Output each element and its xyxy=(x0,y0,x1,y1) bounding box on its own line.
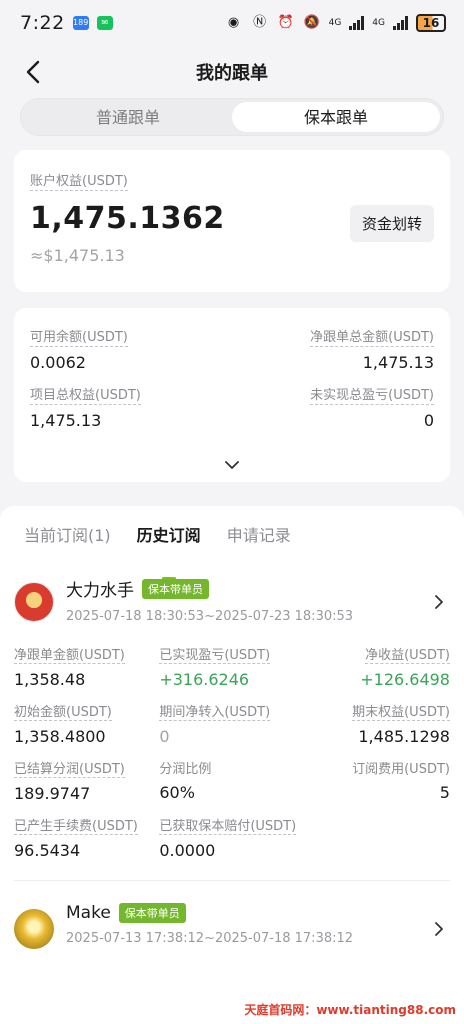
subscription-tabs: 当前订阅(1) 历史订阅 申请记录 xyxy=(0,506,464,580)
net-total-label: 净跟单总金额(USDT) xyxy=(310,326,434,347)
carrier-189-icon: 189 xyxy=(72,16,89,30)
chevron-right-icon[interactable] xyxy=(434,921,444,937)
initial-amount-label: 初始金额(USDT) xyxy=(14,701,112,721)
transfer-button[interactable]: 资金划转 xyxy=(349,205,434,242)
realized-pnl-label: 已实现盈亏(USDT) xyxy=(159,644,271,664)
subscription-metrics: 净跟单金额(USDT) 1,358.48 已实现盈亏(USDT) +316.62… xyxy=(14,644,450,860)
available-balance-value: 0.0062 xyxy=(30,353,86,372)
trader-name: Make xyxy=(66,903,111,923)
subscription-item[interactable]: 大力水手 保本带单员 2025-07-18 18:30:53~2025-07-2… xyxy=(0,562,464,881)
net-amount-value: 1,358.48 xyxy=(14,670,86,689)
copy-type-switch: 普通跟单 保本跟单 xyxy=(20,98,444,136)
realized-pnl-value: +316.6246 xyxy=(159,670,250,689)
trader-badge: 保本带单员 xyxy=(118,903,186,923)
network-4g-label: 4G xyxy=(328,18,342,28)
status-bar: 7:22 189 ✉ ◉ Ⓝ ⏰ 🔕 4G 4G 16 xyxy=(0,0,464,46)
available-balance-label: 可用余额(USDT) xyxy=(30,326,128,347)
signal-icon-2 xyxy=(393,16,408,30)
end-equity-value: 1,485.1298 xyxy=(358,727,450,746)
trader-badge: 保本带单员 xyxy=(142,578,209,599)
compensation-value: 0.0000 xyxy=(159,841,216,860)
trading-fee-label: 已产生手续费(USDT) xyxy=(14,815,138,835)
subscription-period: 2025-07-13 17:38:12~2025-07-18 17:38:12 xyxy=(66,931,354,946)
subscription-item[interactable]: Make 保本带单员 2025-07-13 17:38:12~2025-07-1… xyxy=(0,881,464,961)
status-time: 7:22 xyxy=(20,12,65,34)
eye-icon: ◉ xyxy=(227,15,240,30)
transfer-in-label: 期间净转入(USDT) xyxy=(159,701,271,721)
tab-normal-copy[interactable]: 普通跟单 xyxy=(24,102,232,132)
settled-share-value: 189.9747 xyxy=(14,784,91,803)
share-ratio-value: 60% xyxy=(159,783,195,802)
chevron-down-icon[interactable] xyxy=(225,460,239,470)
subscription-fee-value: 5 xyxy=(439,783,450,802)
trader-avatar xyxy=(14,582,54,622)
equity-approx: ≈$1,475.13 xyxy=(30,246,125,265)
battery-icon: 16 xyxy=(416,14,446,32)
initial-amount-value: 1,358.4800 xyxy=(14,727,106,746)
chevron-right-icon[interactable] xyxy=(434,594,444,610)
tab-application-records[interactable]: 申请记录 xyxy=(227,522,291,562)
settled-share-label: 已结算分润(USDT) xyxy=(14,758,125,778)
trader-name: 大力水手 xyxy=(66,581,134,601)
transfer-in-value: 0 xyxy=(159,727,170,746)
net-total-value: 1,475.13 xyxy=(362,353,434,372)
page-title: 我的跟单 xyxy=(196,63,268,84)
network-4g-label-2: 4G xyxy=(372,18,385,28)
trading-fee-value: 96.5434 xyxy=(14,841,81,860)
project-equity-label: 项目总权益(USDT) xyxy=(30,384,141,405)
unrealized-pnl-label: 未实现总盈亏(USDT) xyxy=(310,384,434,405)
end-equity-label: 期末权益(USDT) xyxy=(352,701,450,721)
unrealized-pnl-value: 0 xyxy=(423,411,434,430)
nfc-icon: Ⓝ xyxy=(253,15,267,30)
equity-label: 账户权益(USDT) xyxy=(30,170,128,191)
subscription-fee-label: 订阅费用(USDT) xyxy=(352,762,450,777)
nav-bar: 我的跟单 xyxy=(0,46,464,98)
subscription-period: 2025-07-18 18:30:53~2025-07-23 18:30:53 xyxy=(66,609,354,624)
tab-current-subscriptions[interactable]: 当前订阅(1) xyxy=(24,522,111,562)
mute-icon: 🔕 xyxy=(303,15,320,30)
tab-history-subscriptions[interactable]: 历史订阅 xyxy=(137,522,201,580)
subscriptions-panel: 当前订阅(1) 历史订阅 申请记录 大力水手 保本带单员 2025-07-18 … xyxy=(0,506,464,1024)
compensation-label: 已获取保本赔付(USDT) xyxy=(159,815,297,835)
tab-guaranteed-copy[interactable]: 保本跟单 xyxy=(232,102,440,132)
net-profit-label: 净收益(USDT) xyxy=(365,644,450,664)
summary-stats-card: 可用余额(USDT) 0.0062 净跟单总金额(USDT) 1,475.13 … xyxy=(14,308,450,482)
trader-avatar xyxy=(14,909,54,949)
share-ratio-label: 分润比例 xyxy=(159,762,212,777)
account-equity-card: 账户权益(USDT) 1,475.1362 ≈$1,475.13 资金划转 xyxy=(14,150,450,292)
project-equity-value: 1,475.13 xyxy=(30,411,102,430)
site-watermark: 天庭首码网：www.tianting88.com xyxy=(244,1003,456,1017)
net-amount-label: 净跟单金额(USDT) xyxy=(14,644,125,664)
net-profit-value: +126.6498 xyxy=(360,670,450,689)
alarm-icon: ⏰ xyxy=(277,15,294,30)
back-arrow-icon[interactable] xyxy=(22,58,46,86)
wechat-icon: ✉ xyxy=(96,16,113,30)
signal-icon xyxy=(349,16,365,30)
